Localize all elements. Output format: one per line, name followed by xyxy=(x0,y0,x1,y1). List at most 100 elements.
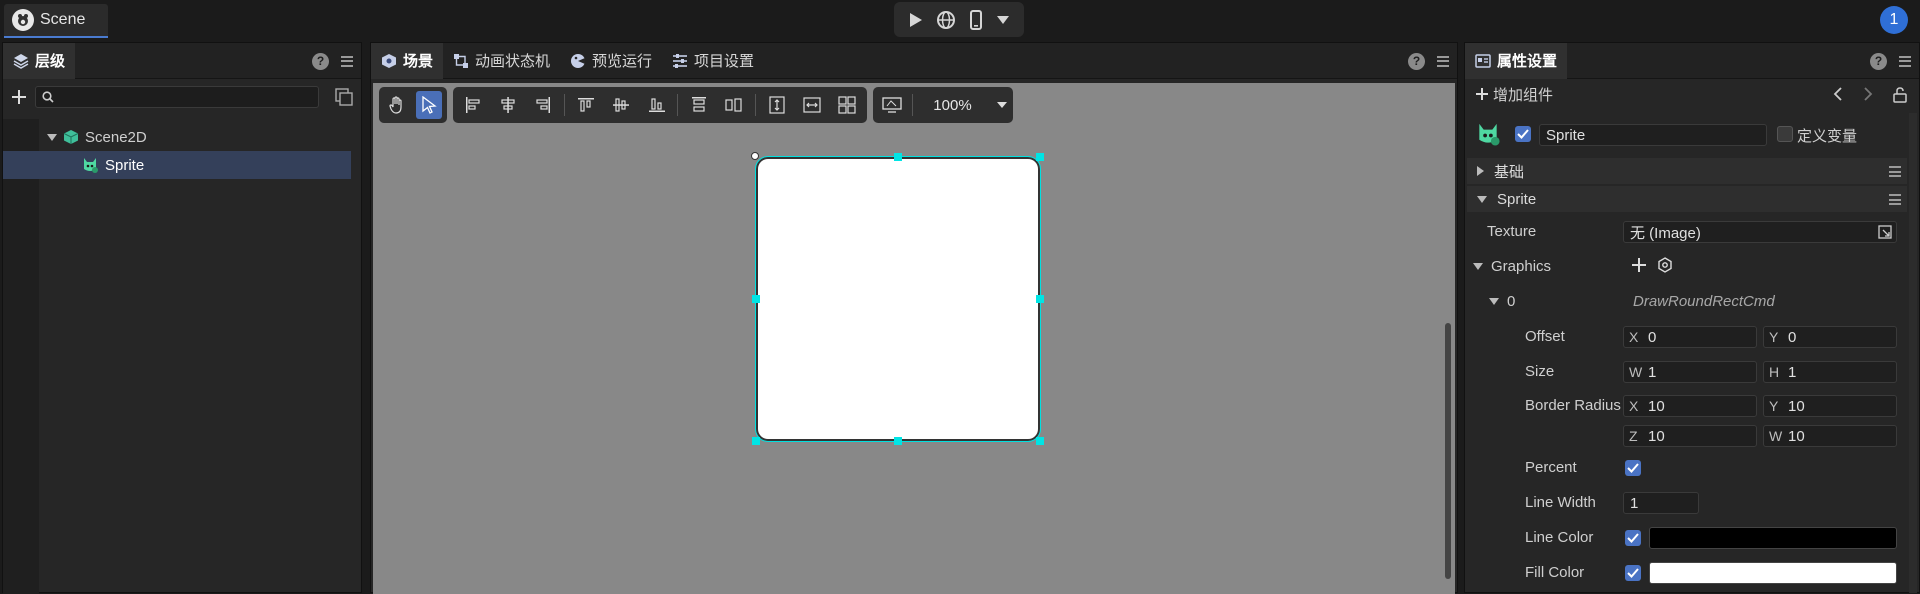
distribute-vertical-button[interactable] xyxy=(684,91,713,119)
play-icon[interactable] xyxy=(909,12,923,28)
preview-icon xyxy=(571,53,586,68)
fit-width-button[interactable] xyxy=(797,91,826,119)
align-center-horizontal-icon xyxy=(501,97,515,113)
zoom-level[interactable]: 100% xyxy=(933,97,990,114)
align-right-button[interactable] xyxy=(529,91,558,119)
grid-layout-button[interactable] xyxy=(833,91,862,119)
radius-y-input[interactable]: 10 xyxy=(1763,395,1897,417)
sprite-rounded-rect[interactable] xyxy=(755,156,1041,442)
tree-item-scene2d[interactable]: Scene2D xyxy=(39,123,351,151)
viewport-scrollbar[interactable] xyxy=(1445,323,1451,579)
back-icon[interactable] xyxy=(1833,87,1843,103)
texture-field[interactable]: 无 (Image) xyxy=(1623,221,1897,243)
align-bottom-button[interactable] xyxy=(642,91,671,119)
forward-icon[interactable] xyxy=(1863,87,1873,103)
percent-checkbox[interactable] xyxy=(1625,460,1641,476)
resize-handle-left[interactable] xyxy=(752,295,760,303)
define-var-checkbox[interactable] xyxy=(1777,126,1793,142)
radius-z-input[interactable]: 10 xyxy=(1623,425,1757,447)
graphics-row[interactable]: Graphics xyxy=(1473,258,1551,275)
menu-icon[interactable] xyxy=(341,55,353,67)
unlock-icon[interactable] xyxy=(1893,87,1907,103)
resize-handle-bottom-right[interactable] xyxy=(1036,437,1044,445)
web-preview-icon[interactable] xyxy=(936,10,956,30)
help-icon[interactable]: ? xyxy=(1870,52,1887,70)
state-machine-icon xyxy=(454,53,469,68)
radius-x-input[interactable]: 10 xyxy=(1623,395,1757,417)
zoom-dropdown-icon[interactable] xyxy=(996,101,1008,109)
menu-icon[interactable] xyxy=(1437,55,1449,67)
pick-asset-icon[interactable] xyxy=(1878,225,1892,239)
hierarchy-tree: Scene2D Sprite xyxy=(3,119,353,594)
line-width-input[interactable]: 1 xyxy=(1623,492,1699,514)
monitor-icon xyxy=(882,97,902,113)
tab-hierarchy[interactable]: 层级 xyxy=(3,42,76,79)
resize-handle-top[interactable] xyxy=(894,153,902,161)
section-sprite-header[interactable]: Sprite xyxy=(1467,186,1907,212)
sprite-icon xyxy=(84,158,98,173)
help-icon[interactable]: ? xyxy=(1408,52,1425,70)
radius-w-input[interactable]: 10 xyxy=(1763,425,1897,447)
select-tool-button[interactable] xyxy=(416,91,442,119)
tree-item-sprite[interactable]: Sprite xyxy=(3,151,351,179)
tree-item-label: Sprite xyxy=(105,156,145,174)
copy-icon[interactable] xyxy=(335,88,353,106)
properties-panel: 属性设置 ? 增加组件 Sprite 定义变量 基础 Sprite Textur… xyxy=(1464,42,1920,593)
mobile-preview-icon[interactable] xyxy=(969,9,983,30)
tab-properties[interactable]: 属性设置 xyxy=(1465,42,1568,79)
tab-preview-run[interactable]: 预览运行 xyxy=(560,43,662,79)
scene-tab-label: Scene xyxy=(40,11,86,28)
properties-scrollbar[interactable] xyxy=(1909,113,1917,593)
tool-group-align xyxy=(453,87,867,123)
fill-color-checkbox[interactable] xyxy=(1625,565,1641,581)
scene-document-tab[interactable]: Scene xyxy=(4,4,108,38)
toolbar-divider xyxy=(754,94,756,116)
line-color-swatch[interactable] xyxy=(1649,527,1897,549)
resize-handle-top-right[interactable] xyxy=(1036,153,1044,161)
distribute-horizontal-button[interactable] xyxy=(720,91,749,119)
cursor-arrow-icon xyxy=(422,96,437,114)
help-icon[interactable]: ? xyxy=(312,52,329,70)
add-node-icon[interactable] xyxy=(11,89,27,105)
fit-height-button[interactable] xyxy=(762,91,791,119)
graphics-settings-icon[interactable] xyxy=(1657,257,1673,273)
node-active-checkbox[interactable] xyxy=(1515,126,1531,142)
section-basic-header[interactable]: 基础 xyxy=(1467,158,1907,184)
resize-handle-bottom-left[interactable] xyxy=(752,437,760,445)
align-top-icon xyxy=(577,98,594,112)
offset-y-input[interactable]: 0 xyxy=(1763,326,1897,348)
hand-tool-button[interactable] xyxy=(384,91,410,119)
section-menu-icon[interactable] xyxy=(1889,166,1901,177)
resize-handle-bottom[interactable] xyxy=(894,437,902,445)
tab-animation-state-machine[interactable]: 动画状态机 xyxy=(443,43,560,79)
percent-label: Percent xyxy=(1525,459,1577,476)
tab-scene[interactable]: 场景 xyxy=(371,42,444,79)
align-middle-button[interactable] xyxy=(606,91,635,119)
axis-z-label: Z xyxy=(1629,428,1638,444)
add-graphics-icon[interactable] xyxy=(1631,257,1647,273)
hierarchy-search-input[interactable] xyxy=(35,86,319,108)
history-nav xyxy=(1833,87,1907,103)
tab-project-settings[interactable]: 项目设置 xyxy=(662,43,764,79)
align-center-h-button[interactable] xyxy=(493,91,522,119)
offset-x-input[interactable]: 0 xyxy=(1623,326,1757,348)
menu-icon[interactable] xyxy=(1899,55,1911,67)
align-top-button[interactable] xyxy=(571,91,600,119)
screen-resolution-button[interactable] xyxy=(878,91,906,119)
toolbar-divider xyxy=(677,94,679,116)
notification-badge[interactable]: 1 xyxy=(1880,6,1908,34)
node-name-input[interactable]: Sprite xyxy=(1539,124,1767,146)
section-menu-icon[interactable] xyxy=(1889,194,1901,205)
resize-handle-right[interactable] xyxy=(1036,295,1044,303)
line-color-checkbox[interactable] xyxy=(1625,530,1641,546)
plus-icon xyxy=(1476,88,1488,100)
axis-h-label: H xyxy=(1769,364,1780,380)
align-left-button[interactable] xyxy=(458,91,487,119)
size-h-input[interactable]: 1 xyxy=(1763,361,1897,383)
fill-color-swatch[interactable] xyxy=(1649,562,1897,584)
pivot-handle[interactable] xyxy=(751,152,759,160)
chevron-down-icon[interactable] xyxy=(996,15,1010,25)
graphics-cmd-0-row[interactable]: 0 xyxy=(1489,293,1515,310)
expand-arrow-icon[interactable] xyxy=(47,133,57,141)
size-w-input[interactable]: 1 xyxy=(1623,361,1757,383)
